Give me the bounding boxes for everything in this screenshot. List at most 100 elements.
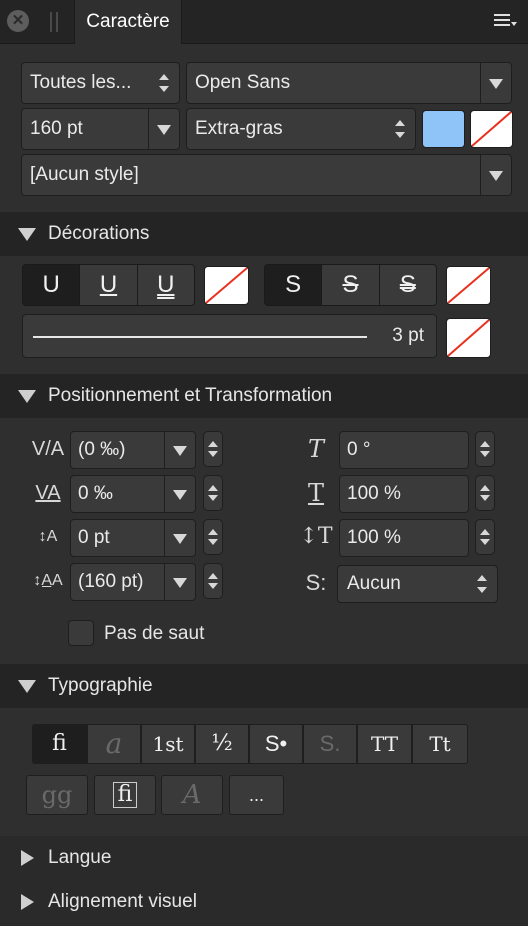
leading-stepper[interactable] <box>203 563 223 599</box>
section-title: Typographie <box>48 675 153 696</box>
all-caps-button[interactable]: TT <box>357 724 413 764</box>
chevron-down-icon[interactable] <box>164 432 195 468</box>
close-icon[interactable]: ✕ <box>7 10 29 32</box>
shear-field[interactable]: 0 ° <box>339 431 469 469</box>
chevron-down-icon[interactable] <box>480 63 511 103</box>
stylistic-alternates-button[interactable]: A <box>161 775 223 815</box>
fractions-button[interactable]: ½ <box>195 724 250 764</box>
line-color-swatch[interactable] <box>446 318 491 358</box>
superscript-subscript-icon: S: <box>305 570 327 595</box>
section-title: Langue <box>48 847 112 868</box>
vertical-scale-value: 100 % <box>347 527 401 548</box>
font-weight-value: Extra-gras <box>195 118 283 139</box>
kerning-icon: V/A <box>31 438 65 460</box>
section-title: Alignement visuel <box>48 891 197 912</box>
section-typography[interactable]: Typographie <box>0 664 528 708</box>
shear-icon: T <box>307 435 324 463</box>
section-language[interactable]: Langue <box>0 836 528 880</box>
panel-tab-bar: ✕ Caractère <box>0 0 528 44</box>
vertical-scale-field[interactable]: 100 % <box>339 519 469 557</box>
strikethrough-color-swatch[interactable] <box>446 266 491 305</box>
up-down-icon <box>477 574 487 594</box>
double-strikethrough-button[interactable]: S <box>379 265 436 305</box>
shear-stepper[interactable] <box>475 431 495 467</box>
disclosure-triangle-icon <box>18 228 36 241</box>
no-underline-button[interactable]: U <box>23 265 81 305</box>
leading-value: (160 pt) <box>78 571 144 592</box>
no-break-label: Pas de saut <box>104 623 205 644</box>
font-size-combo[interactable]: 160 pt <box>21 108 180 150</box>
no-break-checkbox[interactable] <box>68 620 94 646</box>
ordinals-button[interactable]: 1st <box>141 724 196 764</box>
leading-icon: ↕A̲A <box>33 572 63 589</box>
font-weight-select[interactable]: Extra-gras <box>186 108 416 150</box>
disclosure-triangle-icon <box>21 850 34 866</box>
font-collection-select[interactable]: Toutes les... <box>21 62 180 104</box>
underline-color-swatch[interactable] <box>204 266 249 305</box>
horizontal-scale-value: 100 % <box>347 483 401 504</box>
leading-field[interactable]: (160 pt) <box>70 563 196 601</box>
superscript-button[interactable]: S• <box>249 724 304 764</box>
alternate-glyphs-button[interactable]: fi <box>94 775 156 815</box>
single-underline-button[interactable]: U <box>80 265 138 305</box>
font-collection-value: Toutes les... <box>30 72 132 93</box>
hamburger-menu-icon[interactable] <box>494 14 517 30</box>
underline-segmented-control: U U U <box>22 264 195 306</box>
chevron-down-icon[interactable] <box>480 155 511 195</box>
text-style-value: [Aucun style] <box>30 164 139 185</box>
chevron-down-icon[interactable] <box>164 564 195 600</box>
chevron-down-icon[interactable] <box>164 476 195 512</box>
baseline-shift-stepper[interactable] <box>203 519 223 555</box>
section-title: Décorations <box>48 223 150 244</box>
disclosure-triangle-icon <box>21 894 34 910</box>
discretionary-ligatures-button[interactable]: gg <box>26 775 88 815</box>
single-strikethrough-button[interactable]: S <box>322 265 380 305</box>
section-visual-alignment[interactable]: Alignement visuel <box>0 880 528 926</box>
drag-grip-icon[interactable] <box>50 12 60 32</box>
kerning-value: (0 ‰) <box>78 439 126 460</box>
tab-character[interactable]: Caractère <box>74 0 182 44</box>
background-color-swatch[interactable] <box>470 110 513 148</box>
vertical-scale-icon: ↕T <box>299 524 333 549</box>
tracking-icon: VA <box>35 482 61 504</box>
kerning-field[interactable]: (0 ‰) <box>70 431 196 469</box>
section-positioning-transform[interactable]: Positionnement et Transformation <box>0 374 528 418</box>
more-options-button[interactable]: ... <box>229 775 284 815</box>
line-weight-slider[interactable]: 3 pt <box>22 314 437 358</box>
baseline-shift-icon: ↕A <box>38 528 58 545</box>
section-decorations[interactable]: Décorations <box>0 212 528 256</box>
shear-value: 0 ° <box>347 439 371 460</box>
ligatures-button[interactable]: fi <box>32 724 87 764</box>
text-style-select[interactable]: [Aucun style] <box>21 154 512 196</box>
no-strikethrough-button[interactable]: S <box>265 265 323 305</box>
disclosure-triangle-icon <box>18 680 36 693</box>
small-caps-button[interactable]: Tt <box>412 724 468 764</box>
subscript-button[interactable]: S. <box>303 724 358 764</box>
vertical-scale-stepper[interactable] <box>475 519 495 555</box>
swash-button[interactable]: a <box>86 724 141 764</box>
kerning-stepper[interactable] <box>203 431 223 467</box>
double-underline-button[interactable]: U <box>137 265 194 305</box>
baseline-shift-value: 0 pt <box>78 527 110 548</box>
script-position-value: Aucun <box>347 573 401 594</box>
font-family-combo[interactable]: Open Sans <box>186 62 512 104</box>
script-position-select[interactable]: Aucun <box>337 565 498 603</box>
alternate-glyphs-label: fi <box>112 782 138 808</box>
chevron-down-icon[interactable] <box>164 520 195 556</box>
disclosure-triangle-icon <box>18 390 36 403</box>
horizontal-scale-field[interactable]: 100 % <box>339 475 469 513</box>
horizontal-scale-icon: T <box>307 479 324 507</box>
tracking-value: 0 ‰ <box>78 483 113 504</box>
typography-row-1: fi a 1st ½ S• S. TT Tt <box>32 724 468 764</box>
line-preview <box>33 336 367 338</box>
font-family-value: Open Sans <box>195 72 291 93</box>
up-down-icon <box>159 73 169 93</box>
tracking-field[interactable]: 0 ‰ <box>70 475 196 513</box>
font-size-value: 160 pt <box>30 118 83 139</box>
chevron-down-icon[interactable] <box>148 109 179 149</box>
horizontal-scale-stepper[interactable] <box>475 475 495 511</box>
baseline-shift-field[interactable]: 0 pt <box>70 519 196 557</box>
tracking-stepper[interactable] <box>203 475 223 511</box>
fill-color-swatch[interactable] <box>422 110 465 148</box>
line-weight-value: 3 pt <box>392 325 424 346</box>
